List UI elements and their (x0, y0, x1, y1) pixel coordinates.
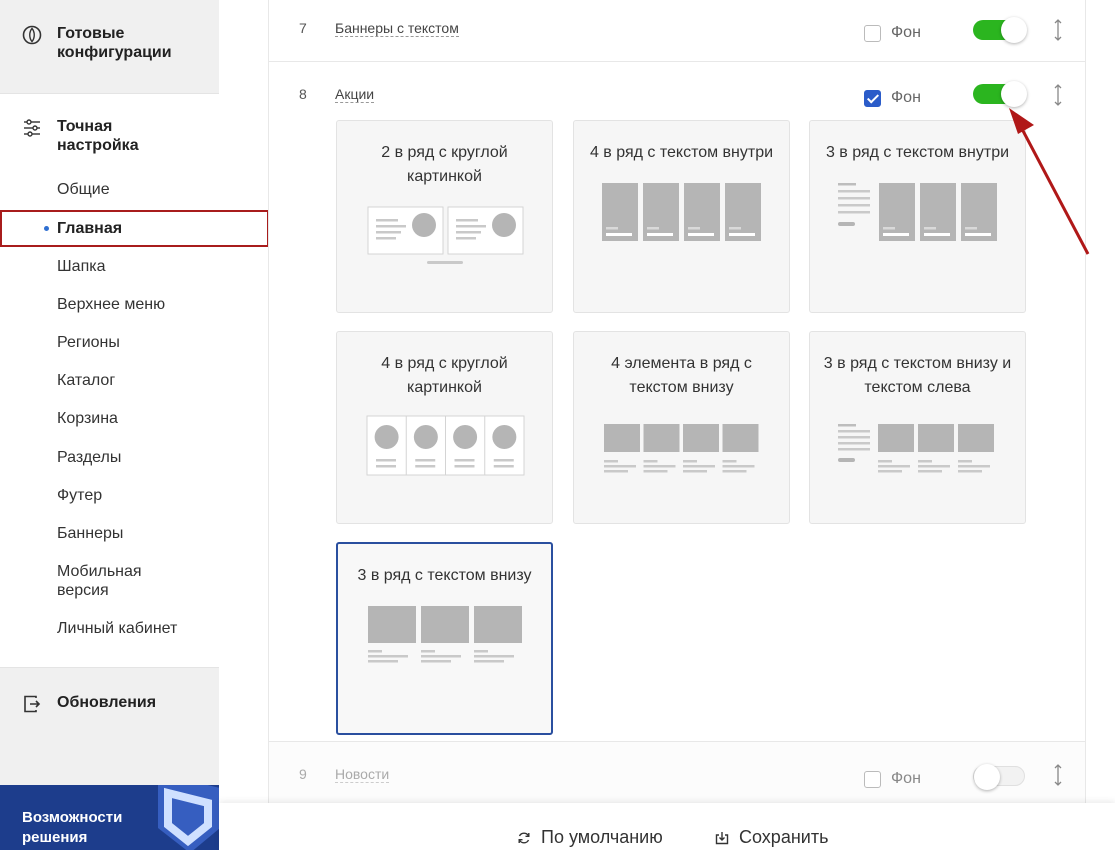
sidebar-subitem[interactable]: Шапка (57, 257, 105, 276)
sidebar-subitem[interactable]: Общие (57, 180, 110, 199)
drag-handle-icon[interactable] (1053, 764, 1063, 786)
template-card[interactable]: 4 элемента в ряд с текстом внизу (573, 331, 790, 524)
fon-checkbox[interactable] (864, 89, 881, 107)
template-card[interactable]: 3 в ряд с текстом внутри (809, 120, 1026, 313)
sidebar-subitem[interactable]: Главная (57, 219, 122, 238)
sidebar-subitem[interactable]: Регионы (57, 333, 120, 352)
sidebar: Готовые конфигурации Точная настройка Об… (0, 0, 269, 850)
drag-handle-icon[interactable] (1053, 84, 1063, 106)
row-number: 8 (299, 86, 307, 102)
row-name[interactable]: Баннеры с текстом (335, 20, 459, 37)
toggle-knob (1001, 81, 1027, 107)
sidebar-item-updates[interactable]: Обновления (22, 693, 156, 714)
fon-checkbox[interactable] (864, 770, 881, 788)
row-number: 7 (299, 20, 307, 36)
sidebar-fine-tuning-label: Точная настройка (57, 118, 139, 154)
sidebar-updates-block (0, 667, 219, 785)
sidebar-subitem[interactable]: Футер (57, 486, 102, 505)
sidebar-item-fine-tuning[interactable]: Точная настройка (22, 117, 177, 155)
toggle-knob (1001, 17, 1027, 43)
template-preview-three-below-left (838, 424, 994, 473)
promo-logo-icon (158, 785, 219, 850)
sidebar-subitem[interactable]: Верхнее меню (57, 295, 165, 314)
template-preview-four-inside (602, 183, 761, 241)
settings-page: Готовые конфигурации Точная настройка Об… (0, 0, 1115, 850)
template-preview-two-round (367, 206, 524, 264)
toggle-knob (974, 764, 1000, 790)
row-toggle[interactable] (973, 764, 1025, 790)
block-row-8: 8 Акции Фон 2 в ряд с круглой картинкой 4… (268, 62, 1086, 742)
template-card[interactable]: 3 в ряд с текстом внизу (336, 542, 553, 735)
drag-handle-icon[interactable] (1053, 19, 1063, 41)
updates-icon (24, 695, 41, 713)
active-item-highlight (0, 210, 269, 247)
save-button-label: Сохранить (739, 827, 829, 847)
fon-label: Фон (891, 770, 921, 787)
default-button-label: По умолчанию (541, 827, 663, 847)
fon-option[interactable]: Фон (864, 770, 921, 788)
annotation-arrow (1009, 108, 1090, 255)
sliders-icon (24, 119, 40, 137)
template-card[interactable]: 2 в ряд с круглой картинкой (336, 120, 553, 313)
configs-icon (22, 25, 42, 45)
refresh-icon (518, 832, 530, 843)
template-card[interactable]: 3 в ряд с текстом внизу и текстом слева (809, 331, 1026, 524)
row-name[interactable]: Акции (335, 86, 375, 103)
fon-label: Фон (891, 24, 921, 41)
template-preview-three-inside-left (838, 183, 997, 241)
fon-option[interactable]: Фон (864, 89, 921, 107)
template-preview-three-below (368, 606, 522, 663)
fon-checkbox[interactable] (864, 24, 881, 42)
sidebar-subitem[interactable]: Разделы (57, 448, 121, 467)
block-row-7: 7 Баннеры с текстом Фон (268, 0, 1086, 62)
save-button[interactable]: Сохранить (715, 827, 828, 848)
sidebar-ready-configs-label: Готовые конфигурации (57, 25, 172, 61)
block-row-9: 9 Новости Фон (268, 742, 1086, 812)
row-toggle[interactable] (973, 81, 1027, 107)
row-name[interactable]: Новости (335, 766, 390, 783)
footer-bar: По умолчанию Сохранить (219, 803, 1115, 850)
active-item-dot (44, 226, 49, 231)
template-card[interactable]: 4 в ряд с круглой картинкой (336, 331, 553, 524)
fon-option[interactable]: Фон (864, 24, 921, 42)
promo-text: Возможности решения (22, 809, 123, 846)
sidebar-item-ready-configs[interactable]: Готовые конфигурации (22, 24, 197, 62)
sidebar-subitem[interactable]: Корзина (57, 409, 118, 428)
sidebar-subitem[interactable]: Мобильная версия (57, 562, 157, 600)
sidebar-subitem[interactable]: Каталог (57, 371, 115, 390)
fon-label: Фон (891, 89, 921, 106)
blocks-list: 7 Баннеры с текстом Фон 8 Акции Фон 2 в … (268, 0, 1086, 850)
row-toggle[interactable] (973, 17, 1027, 43)
template-preview-four-below (604, 424, 759, 473)
row-number: 9 (299, 766, 307, 782)
template-card[interactable]: 4 в ряд с текстом внутри (573, 120, 790, 313)
template-preview-four-round (366, 415, 525, 476)
sidebar-subitem[interactable]: Личный кабинет (57, 619, 177, 638)
save-icon (715, 831, 729, 844)
default-button[interactable]: По умолчанию (517, 827, 663, 848)
sidebar-updates-label: Обновления (57, 694, 157, 711)
sidebar-subitem[interactable]: Баннеры (57, 524, 123, 543)
promo-banner[interactable]: Возможности решения (0, 785, 219, 850)
